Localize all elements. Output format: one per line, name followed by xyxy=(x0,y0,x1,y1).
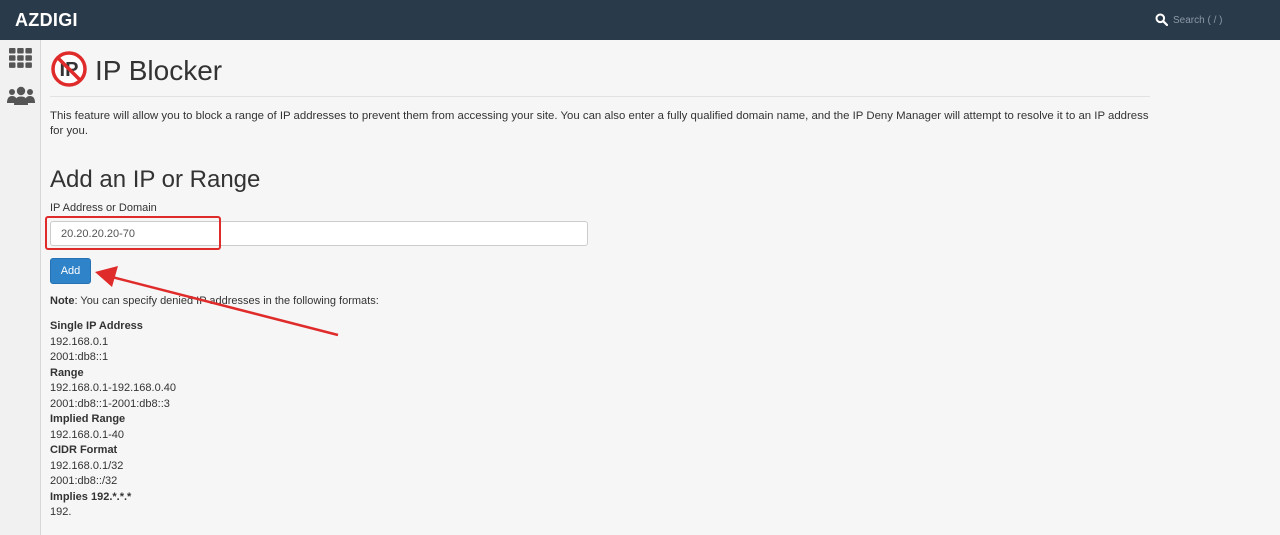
format-example: 192.168.0.1-40 xyxy=(50,428,125,441)
format-heading: Implies 192.*.*.* xyxy=(50,490,132,503)
search-icon xyxy=(1155,13,1169,27)
note-label: Note xyxy=(50,295,75,307)
format-heading: Single IP Address xyxy=(50,320,143,332)
page-header: IP IP Blocker xyxy=(50,50,1150,97)
format-example: 192.168.0.1 xyxy=(50,335,109,348)
ip-field-label: IP Address or Domain xyxy=(50,202,157,214)
format-example: 2001:db8::1 xyxy=(50,351,109,363)
format-heading: Range xyxy=(50,366,84,379)
search-input[interactable] xyxy=(1173,12,1263,28)
add-button[interactable]: Add xyxy=(50,258,91,284)
format-example: 192.168.0.1-192.168.0.40 xyxy=(50,382,177,394)
users-icon xyxy=(7,86,35,106)
page-title: IP Blocker xyxy=(95,55,223,86)
page-description: This feature will allow you to block a r… xyxy=(50,110,1149,137)
format-example: 2001:db8::/32 xyxy=(50,475,118,487)
format-example: 192.168.0.1/32 xyxy=(50,459,124,472)
format-example: 2001:db8::1-2001:db8::3 xyxy=(50,397,170,410)
format-list: Single IP Address 192.168.0.1 2001:db8::… xyxy=(50,319,176,521)
top-navbar: AZDIGI xyxy=(0,0,1280,40)
section-title: Add an IP or Range xyxy=(50,166,261,193)
search-box[interactable] xyxy=(1155,12,1265,28)
brand-logo[interactable]: AZDIGI xyxy=(15,10,78,31)
grid-icon xyxy=(9,48,33,68)
format-note: Note: You can specify denied IP addresse… xyxy=(50,295,379,307)
ip-address-input[interactable] xyxy=(50,221,588,246)
note-text: : You can specify denied IP addresses in… xyxy=(74,295,379,307)
format-heading: Implied Range xyxy=(50,413,126,425)
sidebar xyxy=(0,40,41,535)
format-heading: CIDR Format xyxy=(50,444,118,456)
sidebar-item-tools[interactable] xyxy=(9,48,33,70)
format-example: 192. xyxy=(50,506,72,518)
ip-blocker-icon: IP xyxy=(50,50,88,88)
sidebar-item-users[interactable] xyxy=(7,86,35,108)
